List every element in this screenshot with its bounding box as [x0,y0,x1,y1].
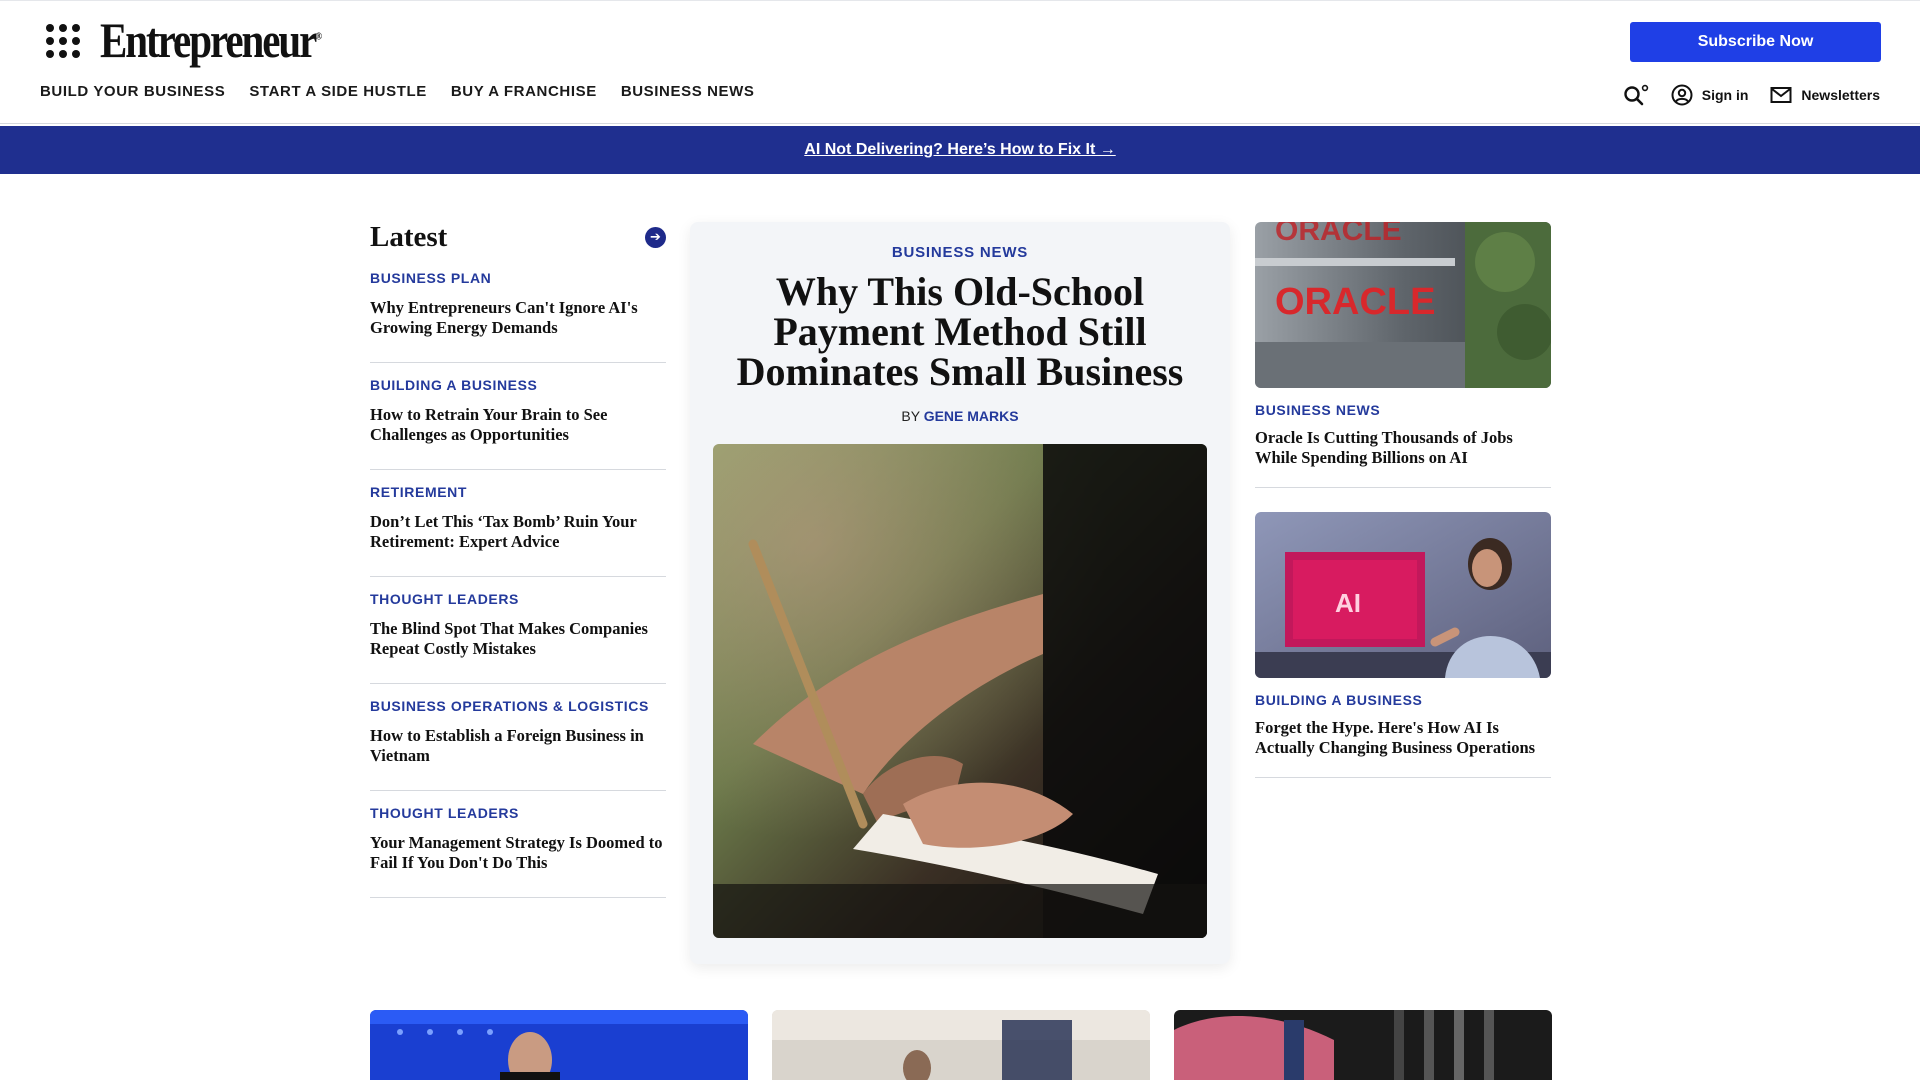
article-thumbnail[interactable] [370,1010,748,1080]
article-card: AI BUILDING A BUSINESS Forget the Hype. … [1255,512,1551,778]
list-item: BUILDING A BUSINESS How to Retrain Your … [370,363,666,470]
list-item: BUSINESS PLAN Why Entrepreneurs Can't Ig… [370,256,666,363]
article-category[interactable]: BUILDING A BUSINESS [1255,692,1551,708]
mail-icon [1770,87,1792,103]
blue-stage-image [370,1010,748,1080]
article-thumbnail[interactable] [1174,1010,1552,1080]
main-nav: BUILD YOUR BUSINESS START A SIDE HUSTLE … [40,83,754,100]
site-header: Entrepreneur® Subscribe Now BUILD YOUR B… [0,0,1920,124]
list-item: THOUGHT LEADERS Your Management Strategy… [370,791,666,898]
right-rail: ORACLE ORACLE BUSINESS NEWS Oracle Is Cu… [1255,222,1551,802]
subscribe-button[interactable]: Subscribe Now [1630,22,1881,62]
byline-prefix: BY [901,408,920,424]
arrow-right-icon[interactable]: ➔ [645,226,666,248]
article-category[interactable]: BUSINESS OPERATIONS & LOGISTICS [370,698,666,714]
writing-check-illustration [713,444,1207,938]
article-headline[interactable]: Your Management Strategy Is Doomed to Fa… [370,833,666,873]
sign-in-label: Sign in [1701,87,1749,103]
apps-grid-icon[interactable] [46,24,82,60]
article-card: ORACLE ORACLE BUSINESS NEWS Oracle Is Cu… [1255,222,1551,488]
promo-banner: AI Not Delivering? Here’s How to Fix It … [0,126,1920,174]
list-item: BUSINESS OPERATIONS & LOGISTICS How to E… [370,684,666,791]
utility-bar: Sign in Newsletters [1623,84,1880,106]
search-icon [1624,84,1648,106]
article-category[interactable]: THOUGHT LEADERS [370,591,666,607]
article-headline[interactable]: Don’t Let This ‘Tax Bomb’ Ruin Your Reti… [370,512,666,552]
newsletters-label: Newsletters [1801,87,1880,103]
nav-item-build-your-business[interactable]: BUILD YOUR BUSINESS [40,83,225,100]
list-item: RETIREMENT Don’t Let This ‘Tax Bomb’ Rui… [370,470,666,577]
article-category[interactable]: BUSINESS NEWS [1255,402,1551,418]
featured-image[interactable] [713,444,1207,938]
promo-link[interactable]: AI Not Delivering? Here’s How to Fix It … [804,141,1115,159]
featured-headline[interactable]: Why This Old-School Payment Method Still… [730,272,1190,392]
byline: BY GENE MARKS [690,408,1230,424]
article-category[interactable]: RETIREMENT [370,484,666,500]
search-button[interactable] [1623,84,1649,106]
oracle-sign-image: ORACLE ORACLE [1255,222,1551,388]
article-headline[interactable]: How to Retrain Your Brain to See Challen… [370,405,666,445]
list-item: THOUGHT LEADERS The Blind Spot That Make… [370,577,666,684]
article-thumbnail[interactable] [772,1010,1150,1080]
nav-item-buy-a-franchise[interactable]: BUY A FRANCHISE [451,83,597,100]
ai-office-image: AI [1255,512,1551,678]
newsletters-link[interactable]: Newsletters [1770,86,1880,104]
latest-list: Latest ➔ BUSINESS PLAN Why Entrepreneurs… [370,218,666,898]
ai-screen-text: AI [1335,588,1361,618]
article-headline[interactable]: Why Entrepreneurs Can't Ignore AI's Grow… [370,298,666,338]
oracle-sign-text-top: ORACLE [1275,222,1402,247]
user-circle-icon [1671,84,1693,106]
bottom-row [370,1010,1552,1080]
article-category[interactable]: BUILDING A BUSINESS [370,377,666,393]
article-category[interactable]: THOUGHT LEADERS [370,805,666,821]
author-link[interactable]: GENE MARKS [924,408,1019,424]
article-thumbnail[interactable]: AI [1255,512,1551,678]
article-headline[interactable]: How to Establish a Foreign Business in V… [370,726,666,766]
nav-item-start-a-side-hustle[interactable]: START A SIDE HUSTLE [249,83,427,100]
oracle-sign-text: ORACLE [1275,281,1435,323]
site-logo[interactable]: Entrepreneur® [100,11,322,69]
nav-item-business-news[interactable]: BUSINESS NEWS [621,83,755,100]
article-headline[interactable]: Forget the Hype. Here's How AI Is Actual… [1255,718,1551,758]
article-category[interactable]: BUSINESS PLAN [370,270,666,286]
article-headline[interactable]: The Blind Spot That Makes Companies Repe… [370,619,666,659]
article-thumbnail[interactable]: ORACLE ORACLE [1255,222,1551,388]
latest-header: Latest ➔ [370,218,666,256]
sign-in-link[interactable]: Sign in [1671,84,1749,106]
latest-title: Latest [370,220,448,253]
featured-category[interactable]: BUSINESS NEWS [690,244,1230,261]
article-headline[interactable]: Oracle Is Cutting Thousands of Jobs Whil… [1255,428,1551,468]
featured-article: BUSINESS NEWS Why This Old-School Paymen… [690,222,1230,964]
pink-suit-image [1174,1010,1552,1080]
office-person-image [772,1010,1150,1080]
